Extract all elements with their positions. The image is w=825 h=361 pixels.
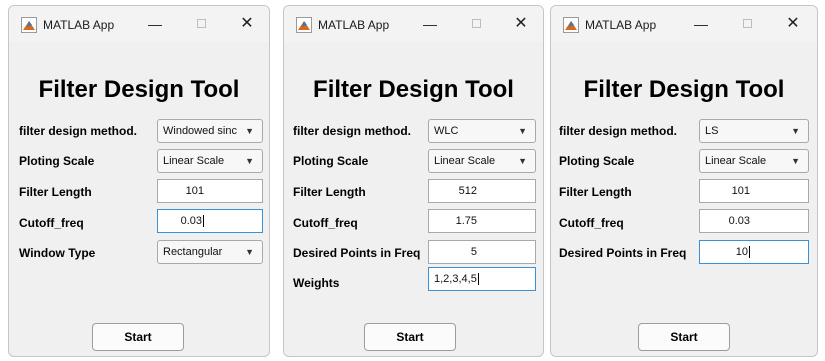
window-type-value: Rectangular (163, 246, 223, 258)
weights-label: Weights (293, 276, 340, 290)
minimize-icon[interactable]: — (146, 16, 164, 32)
chevron-down-icon: ▼ (791, 126, 800, 136)
window-type-label: Window Type (19, 246, 96, 260)
scale-value: Linear Scale (705, 155, 767, 167)
page-title: Filter Design Tool (38, 76, 240, 103)
text-caret (477, 273, 479, 286)
length-label: Filter Length (19, 185, 92, 199)
maximize-icon (467, 16, 485, 32)
start-button[interactable]: Start (92, 323, 184, 351)
matlab-logo-icon (21, 17, 37, 33)
window-title: MATLAB App (318, 18, 390, 32)
title-bar[interactable]: MATLAB App — ✕ (284, 6, 543, 42)
weights-field[interactable]: 1,2,3,4,5 (428, 267, 536, 291)
page-title: Filter Design Tool (313, 76, 514, 103)
app-window-ls: MATLAB App — ✕ Filter Design Tool filter… (550, 5, 818, 357)
close-icon[interactable]: ✕ (784, 16, 802, 32)
length-field[interactable]: 512 (428, 179, 536, 203)
close-icon[interactable]: ✕ (238, 16, 256, 32)
scale-dropdown[interactable]: Linear Scale ▼ (428, 149, 536, 173)
cutoff-label: Cutoff_freq (559, 216, 624, 230)
method-label: filter design method. (293, 124, 412, 138)
method-label: filter design method. (19, 124, 138, 138)
start-button[interactable]: Start (638, 323, 730, 351)
cutoff-label: Cutoff_freq (293, 216, 358, 230)
chevron-down-icon: ▼ (245, 126, 254, 136)
cutoff-field[interactable]: 1.75 (428, 209, 536, 233)
method-label: filter design method. (559, 124, 678, 138)
app-window-wlc: MATLAB App — ✕ Filter Design Tool filter… (283, 5, 544, 357)
text-caret (749, 246, 750, 259)
maximize-icon (738, 16, 756, 32)
scale-dropdown[interactable]: Linear Scale ▼ (157, 149, 263, 173)
cutoff-value: 0.03 (180, 215, 202, 227)
chevron-down-icon: ▼ (791, 156, 800, 166)
cutoff-field[interactable]: 0.03 (157, 209, 263, 233)
scale-label: Ploting Scale (19, 154, 95, 168)
chevron-down-icon: ▼ (518, 156, 527, 166)
chevron-down-icon: ▼ (245, 156, 254, 166)
method-dropdown[interactable]: WLC ▼ (428, 119, 536, 143)
text-caret (203, 215, 204, 228)
method-dropdown[interactable]: Windowed sinc ▼ (157, 119, 263, 143)
scale-value: Linear Scale (163, 155, 225, 167)
chevron-down-icon: ▼ (245, 247, 254, 257)
window-title: MATLAB App (43, 18, 115, 32)
scale-label: Ploting Scale (293, 154, 369, 168)
scale-label: Ploting Scale (559, 154, 635, 168)
app-window-windowed-sinc: MATLAB App — ✕ Filter Design Tool filter… (8, 5, 270, 357)
desired-points-label: Desired Points in Freq (559, 246, 687, 260)
chevron-down-icon: ▼ (518, 126, 527, 136)
desired-points-field[interactable]: 10 (699, 240, 809, 264)
minimize-icon[interactable]: — (692, 16, 710, 32)
window-type-dropdown[interactable]: Rectangular ▼ (157, 240, 263, 264)
maximize-icon (192, 16, 210, 32)
length-field[interactable]: 101 (699, 179, 809, 203)
length-label: Filter Length (293, 185, 366, 199)
title-bar[interactable]: MATLAB App — ✕ (551, 6, 817, 42)
desired-points-field[interactable]: 5 (428, 240, 536, 264)
scale-dropdown[interactable]: Linear Scale ▼ (699, 149, 809, 173)
cutoff-label: Cutoff_freq (19, 216, 84, 230)
length-field[interactable]: 101 (157, 179, 263, 203)
matlab-logo-icon (563, 17, 579, 33)
method-value: Windowed sinc (163, 125, 237, 137)
close-icon[interactable]: ✕ (512, 16, 530, 32)
method-dropdown[interactable]: LS ▼ (699, 119, 809, 143)
method-value: WLC (434, 125, 459, 137)
desired-points-value: 10 (735, 246, 748, 258)
matlab-logo-icon (296, 17, 312, 33)
page-title: Filter Design Tool (583, 76, 785, 103)
window-title: MATLAB App (585, 18, 657, 32)
scale-value: Linear Scale (434, 155, 496, 167)
desired-points-label: Desired Points in Freq (293, 246, 421, 260)
start-button[interactable]: Start (364, 323, 456, 351)
length-label: Filter Length (559, 185, 632, 199)
cutoff-field[interactable]: 0.03 (699, 209, 809, 233)
title-bar[interactable]: MATLAB App — ✕ (9, 6, 269, 42)
weights-value: 1,2,3,4,5 (434, 273, 477, 285)
method-value: LS (705, 125, 719, 137)
minimize-icon[interactable]: — (421, 16, 439, 32)
